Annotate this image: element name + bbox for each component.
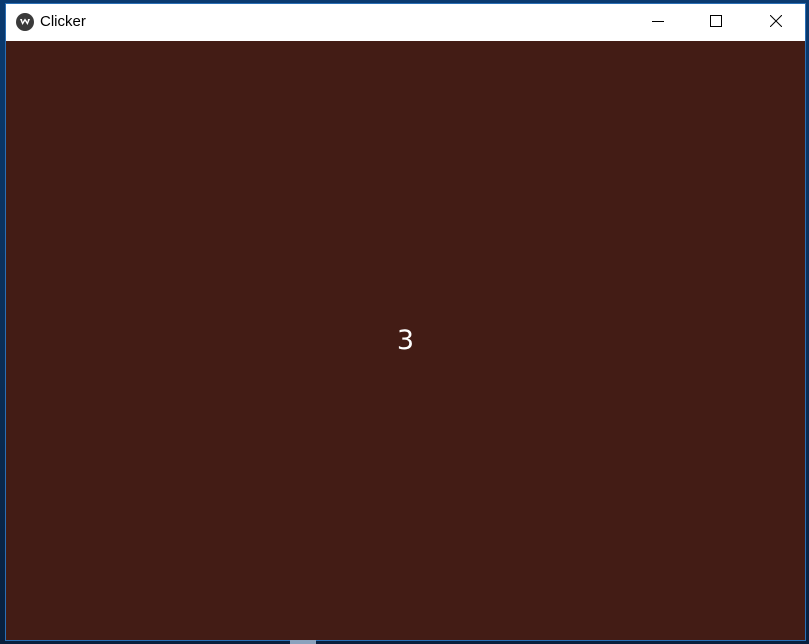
click-area[interactable]: 3: [6, 41, 805, 640]
kivy-logo-icon: [16, 13, 34, 31]
minimize-button[interactable]: [629, 4, 687, 41]
title-bar[interactable]: Clicker: [6, 4, 805, 41]
app-window: Clicker 3: [6, 4, 805, 640]
taskbar-item-indicator: [290, 640, 316, 644]
counter-label: 3: [396, 325, 415, 356]
window-title: Clicker: [40, 13, 86, 30]
maximize-icon: [710, 14, 722, 32]
close-icon: [769, 14, 783, 32]
close-button[interactable]: [747, 4, 805, 41]
minimize-icon: [652, 14, 664, 32]
maximize-button[interactable]: [687, 4, 745, 41]
